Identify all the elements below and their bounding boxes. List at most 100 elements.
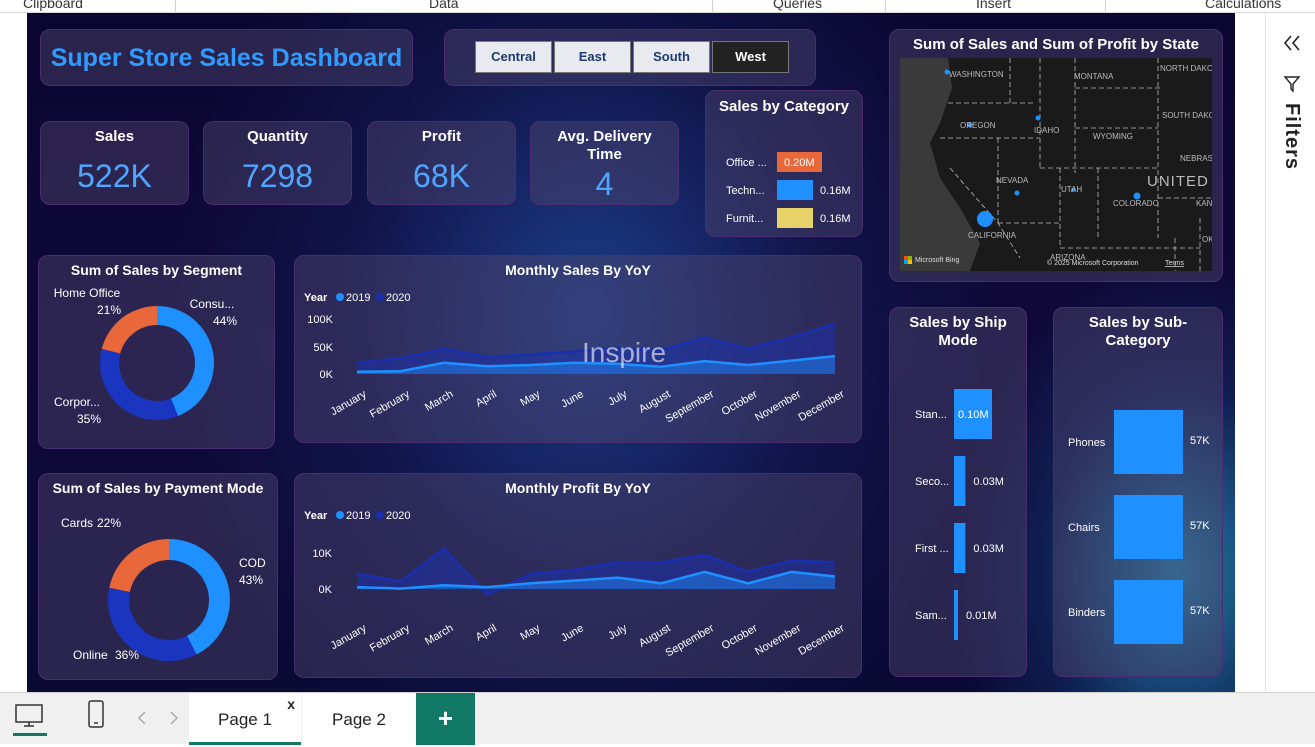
category-value: 0.16M bbox=[820, 213, 851, 225]
category-value: 0.20M bbox=[784, 157, 815, 169]
tab-label: Page 2 bbox=[332, 710, 386, 729]
subcategory-label: Binders bbox=[1068, 607, 1106, 619]
monthly-profit-area-chart: Year 2019 2020 10K 0K January February Mar… bbox=[304, 510, 847, 660]
region-slicer: Central East South West bbox=[444, 29, 816, 86]
x-tick-label: April bbox=[474, 388, 499, 409]
kpi-value: 7298 bbox=[241, 158, 314, 194]
monthly-sales-card: Monthly Sales By YoY Year 2019 2020 100K… bbox=[294, 255, 862, 443]
map-copyright: © 2025 Microsoft Corporation bbox=[1047, 259, 1139, 267]
shipmode-label: Stan... bbox=[915, 409, 947, 421]
add-page-button[interactable]: + bbox=[416, 693, 475, 745]
kpi-value: 4 bbox=[595, 166, 614, 202]
map-label-ok: OK bbox=[1202, 235, 1212, 244]
ribbon-group-queries[interactable]: Queries bbox=[773, 0, 822, 11]
shipmode-value: 0.03M bbox=[973, 476, 1004, 488]
y-tick: 0K bbox=[319, 584, 333, 596]
mobile-view-icon[interactable] bbox=[86, 699, 106, 729]
category-label: Office ... bbox=[726, 157, 767, 169]
plus-icon: + bbox=[437, 703, 454, 733]
collapse-chevron-icon[interactable] bbox=[1282, 33, 1302, 53]
filters-label[interactable]: Filters bbox=[1280, 103, 1303, 170]
subcategory-bar[interactable] bbox=[1114, 410, 1183, 474]
map-label-nv: NEVADA bbox=[996, 176, 1029, 185]
canvas-margin-right bbox=[1235, 13, 1265, 692]
map-card: Sum of Sales and Sum of Profit by State bbox=[889, 29, 1223, 282]
x-tick-label: August bbox=[637, 622, 673, 650]
segment-label-name: Home Office bbox=[54, 286, 121, 300]
page-navigator: Page 1 x Page 2 + bbox=[0, 692, 1315, 745]
kpi-label: Avg. Delivery Time bbox=[557, 128, 652, 163]
kpi-card-sales: Sales 522K bbox=[40, 121, 189, 205]
legend-title: Year bbox=[304, 292, 328, 304]
map-label-sd: SOUTH DAKO bbox=[1162, 111, 1212, 120]
legend-2020-icon bbox=[376, 293, 384, 301]
region-button-east[interactable]: East bbox=[554, 41, 631, 73]
shipmode-label: Sam... bbox=[915, 610, 947, 622]
monthly-sales-area-chart: Year 2019 2020 100K 50K 0K January Februa… bbox=[304, 292, 847, 426]
ribbon-group-data[interactable]: Data bbox=[429, 0, 459, 11]
sales-profit-map[interactable]: WASHINGTON MONTANA NORTH DAKO OREGON IDA… bbox=[900, 58, 1212, 271]
region-button-south[interactable]: South bbox=[633, 41, 710, 73]
map-terms-link[interactable]: Terms bbox=[1165, 260, 1185, 267]
legend-item: 2020 bbox=[386, 292, 410, 304]
kpi-label: Profit bbox=[421, 128, 462, 145]
desktop-view-icon[interactable] bbox=[14, 703, 46, 729]
x-tick-label: December bbox=[797, 388, 847, 424]
ribbon-divider bbox=[1105, 0, 1106, 12]
filters-pane: Filters bbox=[1265, 13, 1315, 692]
tab-page-1[interactable]: Page 1 x bbox=[189, 693, 301, 745]
donut-slice-2[interactable] bbox=[109, 539, 169, 592]
category-bar[interactable] bbox=[777, 208, 813, 228]
next-page-icon[interactable] bbox=[169, 711, 179, 725]
segment-label-pct: 21% bbox=[97, 303, 121, 317]
donut-slice-0[interactable] bbox=[157, 306, 214, 416]
ribbon-group-clipboard[interactable]: Clipboard bbox=[23, 0, 83, 11]
shipmode-bar[interactable] bbox=[954, 456, 966, 506]
map-label-us: UNITED bbox=[1147, 173, 1209, 190]
segment-donut-chart: Consu... 44% Corpor... 35% Home Office 2… bbox=[54, 286, 238, 426]
ribbon-group-insert[interactable]: Insert bbox=[976, 0, 1011, 11]
monthly-profit-card: Monthly Profit By YoY Year 2019 2020 10K… bbox=[294, 473, 862, 678]
category-label: Furnit... bbox=[726, 213, 763, 225]
title-card: Super Store Sales Dashboard bbox=[40, 29, 413, 86]
shipmode-label: First ... bbox=[915, 543, 949, 555]
category-bar[interactable] bbox=[777, 180, 813, 200]
kpi-value: 68K bbox=[413, 158, 470, 194]
shipmode-bar[interactable] bbox=[954, 590, 958, 640]
x-tick-label: February bbox=[368, 388, 413, 421]
prev-page-icon[interactable] bbox=[137, 711, 147, 725]
donut-slice-1[interactable] bbox=[100, 348, 178, 420]
close-tab-icon[interactable]: x bbox=[287, 677, 295, 731]
kpi-label: Quantity bbox=[247, 128, 308, 145]
desktop-view-indicator bbox=[13, 733, 47, 736]
segment-label-pct: 35% bbox=[77, 412, 101, 426]
bing-logo-icon-part bbox=[908, 256, 912, 260]
map-label-or: OREGON bbox=[960, 121, 996, 130]
legend-2019-icon bbox=[336, 511, 344, 519]
ribbon-divider bbox=[885, 0, 886, 12]
subcategory-label: Chairs bbox=[1068, 522, 1100, 534]
ribbon-group-calculations[interactable]: Calculations bbox=[1205, 0, 1281, 11]
shipmode-value: 0.03M bbox=[973, 543, 1004, 555]
map-label-id: IDAHO bbox=[1034, 126, 1059, 135]
legend-item: 2019 bbox=[346, 510, 370, 522]
region-button-central[interactable]: Central bbox=[475, 41, 552, 73]
subcategory-value: 57K bbox=[1190, 520, 1210, 532]
kpi-value: 522K bbox=[77, 158, 152, 194]
map-label-wy: WYOMING bbox=[1093, 132, 1133, 141]
x-tick-label: May bbox=[518, 388, 542, 409]
region-button-west[interactable]: West bbox=[712, 41, 789, 73]
x-tick-label: July bbox=[606, 622, 629, 642]
ribbon-strip: Clipboard Data Queries Insert Calculatio… bbox=[0, 0, 1315, 13]
map-label-ca: CALIFORNIA bbox=[968, 231, 1017, 240]
shipmode-bar[interactable] bbox=[954, 523, 966, 573]
subcategory-bar[interactable] bbox=[1114, 495, 1183, 559]
shipmode-label: Seco... bbox=[915, 476, 949, 488]
x-tick-label: March bbox=[423, 388, 455, 414]
legend-item: 2020 bbox=[386, 510, 410, 522]
payment-label-pct: 22% bbox=[97, 516, 121, 530]
donut-slice-0[interactable] bbox=[169, 539, 230, 655]
subcategory-bar[interactable] bbox=[1114, 580, 1183, 644]
tab-page-2[interactable]: Page 2 bbox=[302, 693, 416, 745]
kpi-card-profit: Profit 68K bbox=[367, 121, 516, 205]
